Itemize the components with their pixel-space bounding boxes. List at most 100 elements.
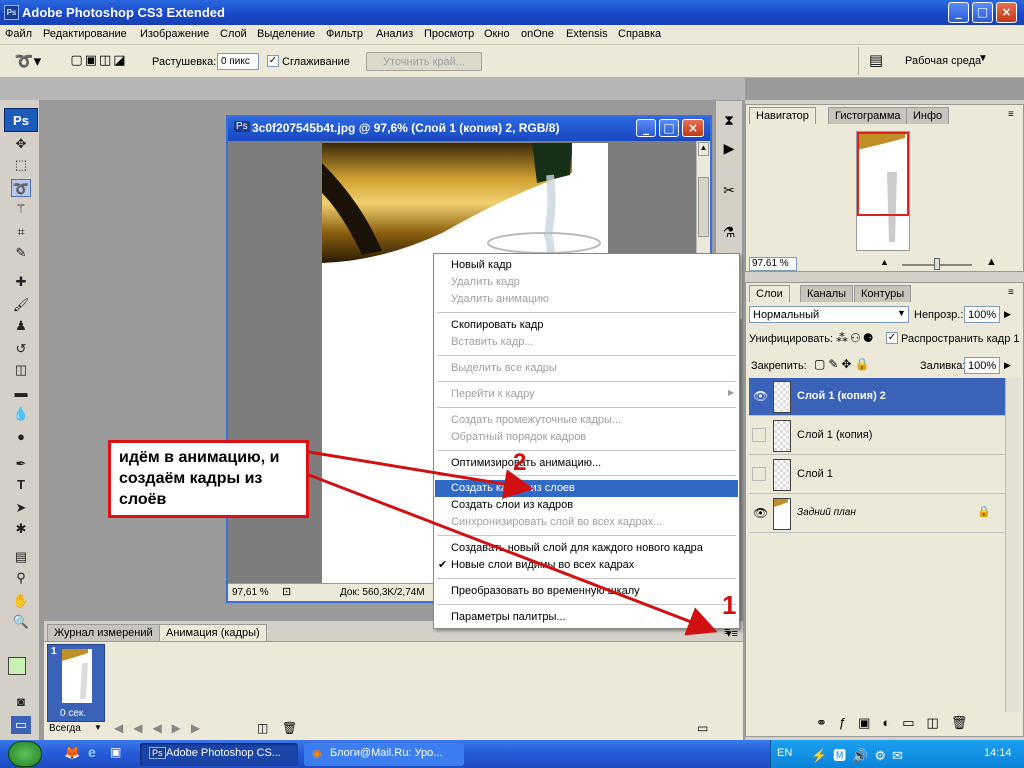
fill-input[interactable]: 100% [964,357,1000,374]
antialias-checkbox[interactable]: ✓ [267,55,279,67]
zoom-tool-icon[interactable]: 🔍 [11,613,31,631]
menu-make-frames-from-layers[interactable]: Создать кадры из слоев [435,480,738,497]
media-icon[interactable]: ▣ [110,745,121,759]
zoom-in-icon[interactable]: ▲ [986,256,997,268]
menu-select-all-frames[interactable]: Выделить все кадры [435,360,738,377]
tab-layers[interactable]: Слои [749,285,790,302]
menu-select[interactable]: Выделение [257,28,315,40]
firefox-icon[interactable]: 🦊 [64,745,80,761]
task-browser[interactable]: Блоги@Mail.Ru: Уро... [304,743,464,766]
navigator-zoom-input[interactable]: 97.61 % [749,257,797,271]
tab-paths[interactable]: Контуры [854,285,912,302]
unify-icons[interactable]: ⁂⚇⚈ [836,331,876,345]
visibility-box[interactable] [752,428,766,442]
menu-new-layer-each-frame[interactable]: Создавать новый слой для каждого нового … [435,540,738,557]
menu-help[interactable]: Справка [618,28,661,40]
frame-1[interactable]: 1 0 сек. [47,644,105,722]
tab-navigator[interactable]: Навигатор [749,107,816,124]
frame-delay[interactable]: 0 сек. [60,708,86,719]
quickmask-icon[interactable]: ◙ [11,693,31,711]
menu-delete-animation[interactable]: Удалить анимацию [435,291,738,308]
selection-mode-icons[interactable]: ▢▣◫◪ [64,53,134,69]
zoom-slider-handle[interactable] [934,258,940,270]
doc-close-button[interactable]: × [682,119,704,137]
menu-image[interactable]: Изображение [140,28,209,40]
menu-onone[interactable]: onOne [521,28,554,40]
animation-panel-menu-icon[interactable]: ▾≡ [726,627,738,640]
maximize-button[interactable]: □ [972,2,993,23]
healing-tool-icon[interactable]: ✚ [11,273,31,291]
navigator-menu-icon[interactable]: ≡ [1008,109,1014,120]
layer-row[interactable]: 👁 Слой 1 (копия) 2 [749,378,1005,416]
visibility-box[interactable] [752,467,766,481]
history-panel-icon[interactable]: ⧗ [719,113,739,133]
blend-dropdown-icon[interactable]: ▼ [897,308,906,318]
move-tool-icon[interactable]: ✥ [11,135,31,153]
menu-view[interactable]: Просмотр [424,28,474,40]
tab-animation-frames[interactable]: Анимация (кадры) [159,624,267,641]
tab-channels[interactable]: Каналы [800,285,854,302]
navigator-thumbnail[interactable] [856,131,910,251]
timeline-toggle-icon[interactable]: ▭ [697,721,708,735]
navigator-view-box[interactable] [857,132,909,216]
lasso-tool-icon[interactable]: ➰ [11,179,31,197]
feather-input[interactable]: 0 пикс [217,53,259,70]
menu-edit[interactable]: Редактирование [43,28,127,40]
menu-layer[interactable]: Слой [220,28,247,40]
layer-row[interactable]: Слой 1 [749,456,1005,494]
tray-icons[interactable]: ⚡🅼🔊⚙✉ [811,745,909,764]
gradient-tool-icon[interactable]: ▬ [11,384,31,402]
workspace-label[interactable]: Рабочая среда [905,55,981,67]
status-menu-icon[interactable]: ⊡ [282,585,291,598]
notes-tool-icon[interactable]: ▤ [11,548,31,566]
loop-select[interactable]: Всегда [49,723,81,734]
layer-row[interactable]: 👁 Задний план 🔒 [749,495,1005,533]
dodge-tool-icon[interactable]: ● [11,428,31,446]
workspace-icon[interactable]: ▤ [864,51,888,73]
minimize-button[interactable]: _ [948,2,969,23]
menu-analysis[interactable]: Анализ [376,28,413,40]
eyedropper-tool-icon[interactable]: ⚲ [11,569,31,587]
menu-filter[interactable]: Фильтр [326,28,363,40]
visibility-eye-icon[interactable]: 👁 [753,389,768,403]
path-select-icon[interactable]: ➤ [11,499,31,517]
screen-mode-icon[interactable]: ▭ [11,716,31,734]
tab-measurement-log[interactable]: Журнал измерений [47,624,160,641]
opacity-arrow-icon[interactable]: ▶ [1004,309,1011,320]
close-button[interactable]: × [996,2,1017,23]
opacity-input[interactable]: 100% [964,306,1000,323]
propagate-checkbox[interactable]: ✓ [886,332,898,344]
foreground-color-swatch[interactable] [8,657,26,675]
blur-tool-icon[interactable]: 💧 [11,405,31,423]
menu-flatten-frames-into-layers[interactable]: Создать слои из кадров [435,497,738,514]
layer-row[interactable]: Слой 1 (копия) [749,417,1005,455]
menu-new-frame[interactable]: Новый кадр [435,257,738,274]
marquee-tool-icon[interactable]: ⬚ [11,156,31,174]
tool-presets-icon[interactable]: ✂ [719,183,739,203]
menu-extensis[interactable]: Extensis [566,28,608,40]
layer-name[interactable]: Задний план [797,507,856,518]
zoom-out-icon[interactable]: ▲ [880,257,889,267]
history-brush-icon[interactable]: ↺ [11,340,31,358]
menu-palette-options[interactable]: Параметры палитры... [435,609,738,626]
workspace-dropdown-icon[interactable]: ▼ [978,53,988,64]
scroll-up-icon[interactable]: ▲ [698,142,709,156]
menu-window[interactable]: Окно [484,28,510,40]
new-frame-icon[interactable]: ◫ [257,721,268,735]
slice-tool-icon[interactable]: ✎ [11,244,31,262]
menu-reverse-frames[interactable]: Обратный порядок кадров [435,429,738,446]
magic-wand-icon[interactable]: ⚚ [11,200,31,218]
zoom-readout[interactable]: 97,61 % [232,587,269,598]
doc-maximize-button[interactable]: □ [659,119,679,137]
brush-tool-icon[interactable]: 🖌 [11,296,31,314]
start-button[interactable] [8,741,42,767]
shape-tool-icon[interactable]: ✱ [11,520,31,538]
layer-name[interactable]: Слой 1 (копия) [797,429,872,441]
crop-tool-icon[interactable]: ⌗ [11,223,31,241]
menu-file[interactable]: Файл [5,28,32,40]
stamp-tool-icon[interactable]: ♟ [11,317,31,335]
menu-delete-frame[interactable]: Удалить кадр [435,274,738,291]
menu-match-layer[interactable]: Синхронизировать слой во всех кадрах... [435,514,738,531]
menu-optimize-animation[interactable]: Оптимизировать анимацию... [435,455,738,472]
lasso-tool-icon[interactable]: ➰▾ [10,51,46,71]
